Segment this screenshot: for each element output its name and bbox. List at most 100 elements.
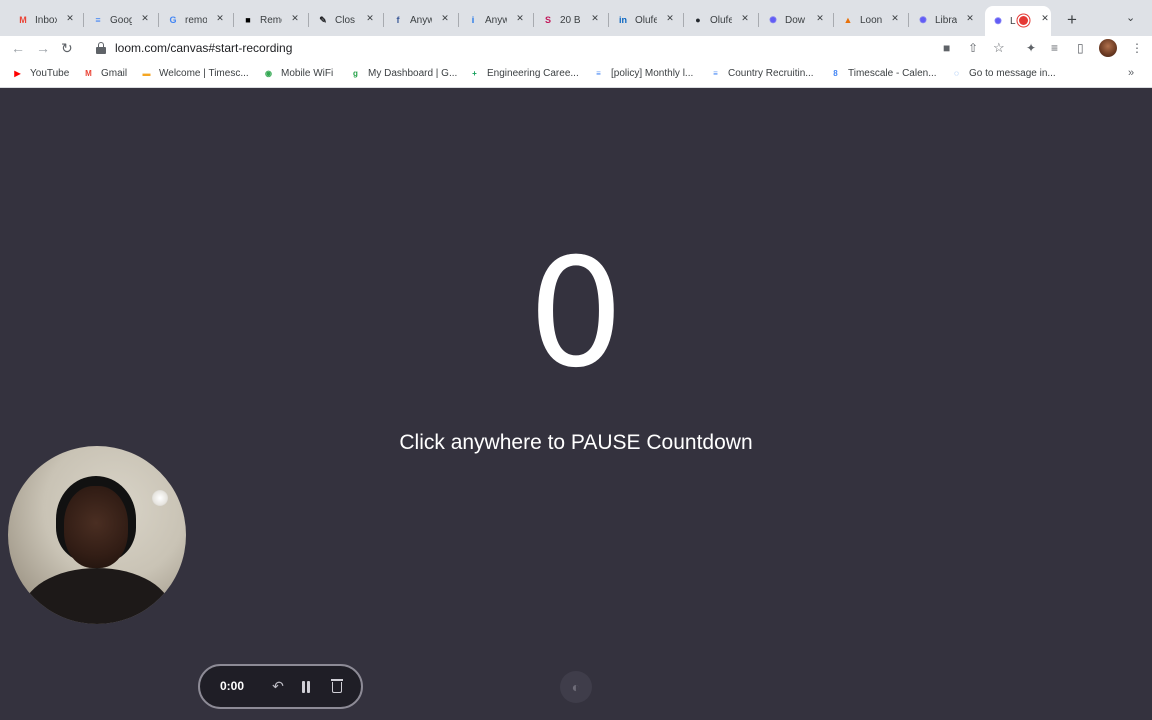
bookmark-label: My Dashboard | G... [368,68,458,79]
close-tab-icon[interactable]: ✕ [364,13,376,24]
person-torso [22,568,172,624]
browser-tab[interactable]: ✎ Clos ✕ [316,8,376,32]
tab-label: Dow [785,14,806,26]
bookmark-item[interactable]: g My Dashboard | G... [349,67,457,80]
browser-tab[interactable]: M Inbox ✕ [16,8,76,32]
google-docs-icon: ≡ [596,69,601,78]
camera-bubble[interactable] [8,446,186,624]
loom-landing-icon: ▲ [843,15,853,25]
bookmark-item[interactable]: + Engineering Caree... [468,67,579,80]
tab-separator [383,13,384,27]
lamp-light [152,490,168,506]
address-bar[interactable]: loom.com/canvas#start-recording [88,37,1020,59]
recording-controls: 0:00 ↶ [198,664,363,709]
browser-tab[interactable]: ✺ Dow ✕ [766,8,826,32]
browser-tab[interactable]: ■ Remo ✕ [241,8,301,32]
close-tab-icon[interactable]: ✕ [289,13,301,24]
close-tab-icon[interactable]: ✕ [589,13,601,24]
gmail-icon: M [85,69,92,78]
bookmark-item[interactable]: ≡ Country Recruitin... [709,67,813,80]
side-panel-icon[interactable]: ▯ [1077,41,1084,55]
tab-label: Olufe [710,14,732,26]
recording-canvas[interactable]: 0 Click anywhere to PAUSE Countdown [0,89,1152,720]
bookmark-item[interactable]: ≡ [policy] Monthly l... [592,67,693,80]
reload-icon[interactable]: ↻ [61,40,73,57]
close-tab-icon[interactable]: ✕ [964,13,976,24]
browser-tab[interactable]: Gremo ✕ [166,8,226,32]
share-icon[interactable]: ⇧ [968,41,978,55]
tab-separator [533,13,534,27]
bookmark-label: YouTube [30,68,70,79]
remote-icon: ■ [245,15,251,25]
loom-icon: ✺ [769,14,777,25]
tab-label: Anyw [485,14,507,26]
browser-tab[interactable]: ▲ Loon ✕ [841,8,901,32]
tab-label: 20 B [560,14,581,26]
browser-tab[interactable]: f Anyw ✕ [391,8,451,32]
bookmark-item[interactable]: ▬ Welcome | Timesc... [140,67,249,80]
browser-tab[interactable]: i Anyw ✕ [466,8,526,32]
calendar-icon: 8 [833,69,838,78]
close-tab-icon[interactable]: ✕ [64,13,76,24]
bookmark-label: Welcome | Timesc... [159,68,249,79]
close-tab-icon[interactable]: ✕ [889,13,901,24]
bookmark-item[interactable]: ◉ Mobile WiFi [262,67,333,80]
close-tab-icon[interactable]: ✕ [664,13,676,24]
tab-label: Loon [860,14,882,26]
pencil-icon: ✎ [319,14,327,25]
tab-label: Olufe [635,14,657,26]
close-tab-icon[interactable]: ✕ [739,13,751,24]
browser-tab[interactable]: in Olufe ✕ [616,8,676,32]
tab-label: Goog [110,14,132,26]
browser-tab[interactable]: ● Olufe ✕ [691,8,751,32]
close-tab-icon[interactable]: ✕ [214,13,226,24]
browser-tab[interactable]: ✺ L ✕ [985,6,1051,36]
google-icon: G [169,15,177,25]
browser-tab[interactable]: ≡ Goog ✕ [91,8,151,32]
github-icon: ● [695,15,701,25]
tab-label: Clos [335,14,356,26]
profile-avatar[interactable] [1099,39,1117,57]
countdown-number: 0 [528,227,624,401]
gmail-icon: M [19,15,27,25]
bookmark-label: Gmail [101,68,128,79]
close-tab-icon[interactable]: ✕ [439,13,451,24]
browser-toolbar: ← → ↻ loom.com/canvas#start-recording ■ … [0,36,1152,61]
tab-separator [758,13,759,27]
forward-arrow-icon[interactable]: → [36,40,50,56]
person-face [64,486,128,568]
tab-separator [458,13,459,27]
camera-icon[interactable]: ■ [943,41,950,55]
tab-label: Libra [935,14,957,26]
close-tab-icon[interactable]: ✕ [1039,13,1051,24]
trash-icon[interactable] [331,679,343,693]
timescale-icon: ▬ [142,69,151,78]
bookmark-item[interactable]: 8 Timescale - Calen... [829,67,936,80]
tab-search-chevron-icon[interactable]: ⌄ [1126,11,1135,24]
chat-icon: ◌ [954,69,959,78]
close-tab-icon[interactable]: ✕ [139,13,151,24]
bookmarks-overflow-icon[interactable]: » [1128,67,1134,79]
drawing-tool-icon[interactable]: ◐ [560,671,592,703]
bookmark-item[interactable]: M Gmail [82,67,127,80]
tab-label: Inbox [35,14,57,26]
restart-icon[interactable]: ↶ [270,678,286,695]
google-sheets-icon: + [472,69,477,78]
tab-strip: M Inbox ✕ ≡ Goog ✕ Gremo ✕ ■ Remo ✕ ✎ Clos ✕ f Anyw ✕ i An… [0,0,1152,36]
bookmark-label: Engineering Caree... [487,68,579,79]
extensions-icon[interactable]: ✦ [1026,41,1036,55]
browser-tab[interactable]: S 20 B ✕ [541,8,601,32]
browser-tab[interactable]: ✺ Libra ✕ [916,8,976,32]
close-tab-icon[interactable]: ✕ [514,13,526,24]
bookmark-item[interactable]: ◌ Go to message in... [950,67,1056,80]
star-icon[interactable]: ☆ [993,40,1005,56]
more-menu-icon[interactable]: ⋮ [1131,41,1143,55]
google-docs-icon: ≡ [95,15,101,25]
recording-timer: 0:00 [220,679,245,693]
new-tab-button[interactable]: + [1063,10,1081,30]
bookmark-item[interactable]: ▶ YouTube [11,67,69,80]
back-arrow-icon[interactable]: ← [11,40,25,56]
close-tab-icon[interactable]: ✕ [814,13,826,24]
bookmark-label: Mobile WiFi [281,68,334,79]
reading-list-icon[interactable]: ≡ [1051,41,1058,55]
